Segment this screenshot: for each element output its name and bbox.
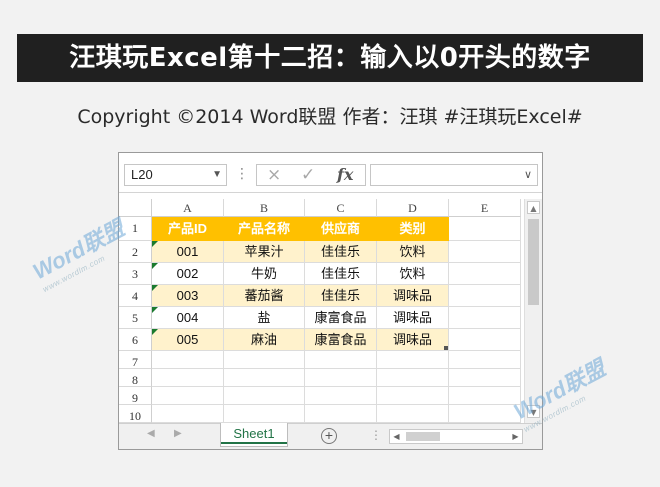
cell-e7[interactable]	[449, 351, 521, 369]
table-header-cell[interactable]: 产品名称	[224, 217, 305, 241]
table-cell[interactable]: 麻油	[224, 329, 305, 351]
cell-e8[interactable]	[449, 369, 521, 387]
cell-d10[interactable]	[377, 405, 449, 423]
cell-d7[interactable]	[377, 351, 449, 369]
table-cell[interactable]: 佳佳乐	[305, 285, 377, 307]
row-header-2[interactable]: 2	[119, 241, 152, 263]
row-header-7[interactable]: 7	[119, 351, 152, 369]
column-header-b[interactable]: B	[224, 199, 305, 217]
horizontal-scrollbar[interactable]: ◀ ▶	[389, 429, 523, 444]
fill-handle[interactable]	[444, 346, 448, 350]
cell-a10[interactable]	[152, 405, 224, 423]
cell-e10[interactable]	[449, 405, 521, 423]
page-banner-title: 汪琪玩Excel第十二招：输入以0开头的数字	[17, 34, 643, 82]
tab-splitter-icon[interactable]: ⋮	[370, 428, 382, 442]
table-cell[interactable]: 蕃茄酱	[224, 285, 305, 307]
cell-e6[interactable]	[449, 329, 521, 351]
table-cell[interactable]: 003	[152, 285, 224, 307]
table-cell[interactable]: 001	[152, 241, 224, 263]
row-header-6[interactable]: 6	[119, 329, 152, 351]
scroll-right-icon[interactable]: ▶	[509, 430, 522, 443]
table-cell[interactable]: 饮料	[377, 241, 449, 263]
cell-b9[interactable]	[224, 387, 305, 405]
cancel-icon[interactable]: ×	[267, 165, 281, 185]
table-cell[interactable]: 饮料	[377, 263, 449, 285]
table-cell[interactable]: 005	[152, 329, 224, 351]
row-header-4[interactable]: 4	[119, 285, 152, 307]
formula-input[interactable]: ∨	[370, 164, 538, 186]
column-header-a[interactable]: A	[152, 199, 224, 217]
cell-b7[interactable]	[224, 351, 305, 369]
cell-b10[interactable]	[224, 405, 305, 423]
table-header-cell[interactable]: 供应商	[305, 217, 377, 241]
horizontal-scroll-thumb[interactable]	[406, 432, 440, 441]
row-header-9[interactable]: 9	[119, 387, 152, 405]
cell-a7[interactable]	[152, 351, 224, 369]
cell-e9[interactable]	[449, 387, 521, 405]
cell-c8[interactable]	[305, 369, 377, 387]
table-cell[interactable]: 康富食品	[305, 329, 377, 351]
name-box[interactable]: L20 ▼	[124, 164, 227, 186]
chevron-down-icon[interactable]: ▼	[212, 165, 222, 185]
cell-e4[interactable]	[449, 285, 521, 307]
copyright-line: Copyright ©2014 Word联盟 作者：汪琪 #汪琪玩Excel#	[77, 106, 583, 128]
row-header-5[interactable]: 5	[119, 307, 152, 329]
cell-d9[interactable]	[377, 387, 449, 405]
name-box-value: L20	[131, 167, 153, 182]
watermark-brand: Word联盟	[28, 215, 129, 285]
table-cell[interactable]: 004	[152, 307, 224, 329]
cell-e5[interactable]	[449, 307, 521, 329]
table-cell[interactable]: 康富食品	[305, 307, 377, 329]
table-cell[interactable]: 002	[152, 263, 224, 285]
row-header-8[interactable]: 8	[119, 369, 152, 387]
column-header-e[interactable]: E	[449, 199, 521, 217]
cell-b8[interactable]	[224, 369, 305, 387]
next-sheet-icon[interactable]: ▶	[174, 428, 182, 439]
table-cell[interactable]: 调味品	[377, 307, 449, 329]
row-header-3[interactable]: 3	[119, 263, 152, 285]
scroll-down-icon[interactable]: ▼	[527, 405, 540, 418]
cell-c7[interactable]	[305, 351, 377, 369]
formula-buttons: × ✓ fx	[256, 164, 366, 186]
cell-e3[interactable]	[449, 263, 521, 285]
table-cell[interactable]: 苹果汁	[224, 241, 305, 263]
row-header-1[interactable]: 1	[119, 217, 152, 241]
cell-a8[interactable]	[152, 369, 224, 387]
insert-function-icon[interactable]: fx	[337, 165, 353, 185]
table-cell[interactable]: 佳佳乐	[305, 263, 377, 285]
cell-c10[interactable]	[305, 405, 377, 423]
formula-bar-grip-icon: ⋮	[235, 166, 249, 182]
table-cell[interactable]: 调味品	[377, 285, 449, 307]
table-cell[interactable]: 牛奶	[224, 263, 305, 285]
cell-d8[interactable]	[377, 369, 449, 387]
table-cell[interactable]: 调味品	[377, 329, 449, 351]
excel-window: L20 ▼ ⋮ × ✓ fx ∨ A B C D E 1 2 3 4 5 6 7 8 9 10 产品ID 产品名…	[118, 152, 543, 450]
select-all-corner[interactable]	[119, 199, 152, 217]
scroll-up-icon[interactable]: ▲	[527, 201, 540, 214]
prev-sheet-icon[interactable]: ◀	[147, 428, 155, 439]
sheet-tab-bar: ◀ ▶ Sheet1 + ⋮ ◀ ▶	[119, 423, 542, 449]
scroll-left-icon[interactable]: ◀	[390, 430, 403, 443]
vertical-scroll-thumb[interactable]	[528, 219, 539, 305]
formula-bar: L20 ▼ ⋮ × ✓ fx ∨	[119, 153, 542, 193]
add-sheet-icon[interactable]: +	[321, 428, 337, 444]
row-header-10[interactable]: 10	[119, 405, 152, 423]
table-cell[interactable]: 佳佳乐	[305, 241, 377, 263]
cell-a9[interactable]	[152, 387, 224, 405]
cell-e2[interactable]	[449, 241, 521, 263]
table-cell[interactable]: 盐	[224, 307, 305, 329]
column-header-d[interactable]: D	[377, 199, 449, 217]
column-header-c[interactable]: C	[305, 199, 377, 217]
table-header-cell[interactable]: 产品ID	[152, 217, 224, 241]
expand-formula-bar-icon[interactable]: ∨	[524, 168, 532, 181]
worksheet-grid[interactable]: A B C D E 1 2 3 4 5 6 7 8 9 10 产品ID 产品名称 供应商 类别 001 苹果汁 佳佳乐 饮料…	[119, 199, 524, 423]
enter-icon[interactable]: ✓	[301, 165, 315, 185]
sheet-tab-sheet1[interactable]: Sheet1	[220, 423, 288, 447]
table-header-cell[interactable]: 类别	[377, 217, 449, 241]
cell-c9[interactable]	[305, 387, 377, 405]
vertical-scrollbar[interactable]: ▲ ▼	[524, 199, 542, 423]
cell-e1[interactable]	[449, 217, 521, 241]
